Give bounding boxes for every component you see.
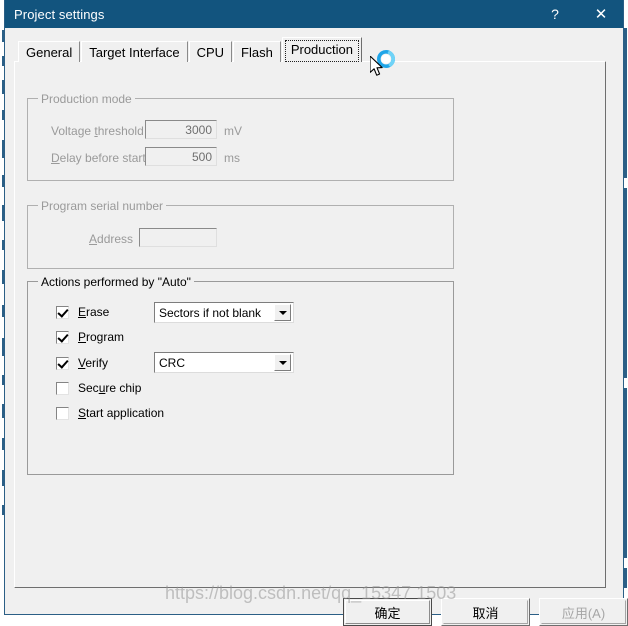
tab-cpu[interactable]: CPU xyxy=(188,41,233,62)
close-icon: ✕ xyxy=(594,6,608,23)
voltage-threshold-unit: mV xyxy=(224,124,242,138)
ok-button[interactable]: 确定 xyxy=(343,598,432,626)
voltage-threshold-value: 3000 xyxy=(185,123,212,137)
delay-before-start-input[interactable]: 500 xyxy=(145,147,217,166)
tab-label: CPU xyxy=(196,45,225,60)
checkbox-verify[interactable]: Verify xyxy=(56,356,108,370)
verify-label: Verify xyxy=(78,356,109,370)
delay-before-start-label: Delay before start xyxy=(51,151,146,165)
production-tab-page: Production mode Voltage threshold 3000 m… xyxy=(14,61,606,588)
tab-flash[interactable]: Flash xyxy=(233,41,281,62)
tab-production[interactable]: Production xyxy=(281,37,362,62)
chevron-down-icon[interactable] xyxy=(274,354,291,371)
verify-mode-combobox[interactable]: CRC xyxy=(154,352,294,373)
verify-mode-value: CRC xyxy=(159,355,185,370)
tab-label: Production xyxy=(290,42,353,57)
program-serial-number-group: Program serial number Address xyxy=(27,199,454,269)
start-application-checkbox-box[interactable] xyxy=(56,406,69,420)
address-label: Address xyxy=(89,232,134,246)
erase-mode-combobox[interactable]: Sectors if not blank xyxy=(154,302,294,323)
tab-label: Target Interface xyxy=(89,45,180,60)
erase-label: Erase xyxy=(78,305,110,319)
auto-actions-group: Actions performed by "Auto" Erase Sector… xyxy=(27,275,454,475)
delay-before-start-value: 500 xyxy=(191,150,212,164)
help-icon: ? xyxy=(551,6,559,22)
voltage-threshold-input[interactable]: 3000 xyxy=(145,120,217,139)
dialog-client-area: General Target Interface CPU Flash Produ… xyxy=(5,28,628,626)
ok-button-label: 确定 xyxy=(374,605,401,621)
tab-label: Flash xyxy=(241,45,273,60)
checkbox-secure-chip[interactable]: Secure chip xyxy=(56,381,141,395)
checkbox-start-application[interactable]: Start application xyxy=(56,406,164,420)
tab-general[interactable]: General xyxy=(18,41,81,62)
program-checkbox-box[interactable] xyxy=(56,330,69,344)
checkbox-program[interactable]: Program xyxy=(56,330,124,344)
erase-mode-value: Sectors if not blank xyxy=(159,305,262,320)
delay-before-start-unit: ms xyxy=(224,151,240,165)
erase-checkbox-box[interactable] xyxy=(56,305,69,319)
titlebar: Project settings ? ✕ xyxy=(5,0,623,28)
apply-button: 应用(A) xyxy=(539,598,628,626)
auto-actions-legend: Actions performed by "Auto" xyxy=(38,275,194,289)
verify-checkbox-box[interactable] xyxy=(56,356,69,370)
chevron-down-icon[interactable] xyxy=(274,304,291,321)
production-mode-group: Production mode Voltage threshold 3000 m… xyxy=(27,92,454,181)
tab-target-interface[interactable]: Target Interface xyxy=(81,41,188,62)
program-serial-number-legend: Program serial number xyxy=(38,199,167,213)
cancel-button-label: 取消 xyxy=(472,605,499,621)
secure-chip-label: Secure chip xyxy=(78,381,142,395)
settings-tabstrip: General Target Interface CPU Flash Produ… xyxy=(18,35,363,62)
help-button[interactable]: ? xyxy=(533,0,577,28)
tab-label: General xyxy=(26,45,73,60)
checkbox-erase[interactable]: Erase xyxy=(56,305,109,319)
voltage-threshold-label: Voltage threshold xyxy=(51,124,144,138)
close-button[interactable]: ✕ xyxy=(579,0,623,28)
program-label: Program xyxy=(78,330,125,344)
production-mode-legend: Production mode xyxy=(38,92,135,106)
cancel-button[interactable]: 取消 xyxy=(441,598,530,626)
apply-button-label: 应用(A) xyxy=(561,605,606,621)
start-application-label: Start application xyxy=(78,406,165,420)
window-title: Project settings xyxy=(14,6,105,22)
secure-chip-checkbox-box[interactable] xyxy=(56,381,69,395)
project-settings-dialog: Project settings ? ✕ General Target Inte… xyxy=(4,0,628,626)
address-input[interactable] xyxy=(139,228,217,247)
